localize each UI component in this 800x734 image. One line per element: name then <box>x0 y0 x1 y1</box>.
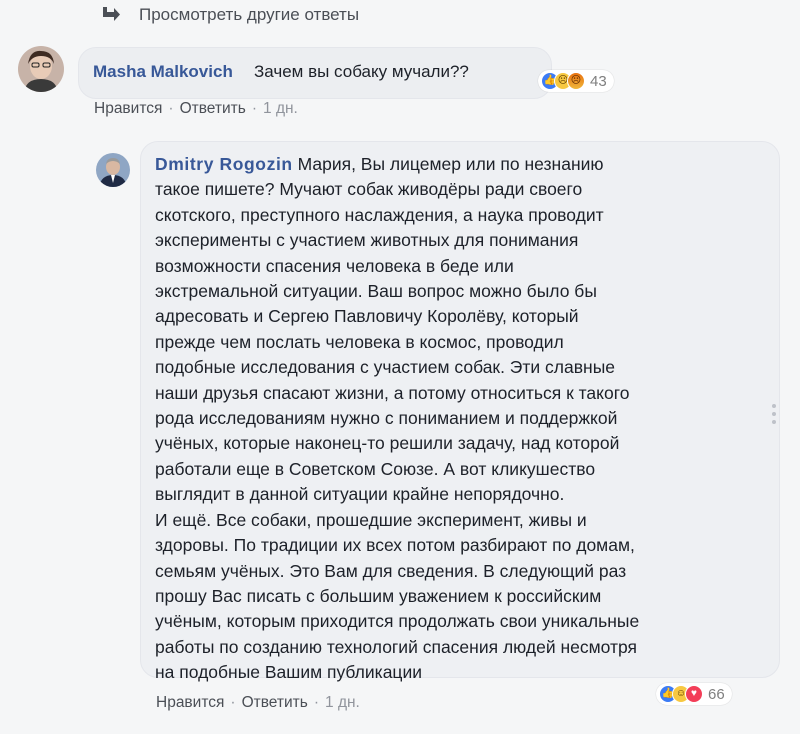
comment-actions: Нравится · Ответить · 1 дн. <box>94 100 298 118</box>
reactions-count: 66 <box>708 685 725 703</box>
avatar-masha[interactable] <box>18 46 64 92</box>
comment-bubble: Masha Malkovich Зачем вы собаку мучали?? <box>78 47 552 99</box>
dot-icon <box>772 420 776 424</box>
reply-arrow-icon <box>103 7 120 21</box>
dot-icon <box>772 404 776 408</box>
view-more-replies-link[interactable]: Просмотреть другие ответы <box>100 3 359 27</box>
comment-timestamp[interactable]: 1 дн. <box>263 100 298 118</box>
comment-author[interactable]: Dmitry Rogozin <box>155 154 293 174</box>
view-more-replies-label: Просмотреть другие ответы <box>139 5 360 24</box>
reactions-summary[interactable]: 👍 ☹ ☹ 43 <box>538 70 614 92</box>
comment-actions: Нравится · Ответить · 1 дн. <box>156 694 360 712</box>
separator-dot: · <box>168 100 174 117</box>
reactions-summary[interactable]: 👍 ☺ ♥ 66 <box>656 683 732 705</box>
separator-dot: · <box>251 100 258 117</box>
avatar-photo-icon <box>18 46 64 92</box>
avatar-dmitry[interactable] <box>96 153 130 187</box>
separator-dot: · <box>230 694 236 711</box>
reply-link[interactable]: Ответить <box>242 694 308 712</box>
love-icon: ♥ <box>685 685 703 703</box>
like-link[interactable]: Нравится <box>94 100 162 118</box>
comment-body: Dmitry Rogozin Мария, Вы лицемер или по … <box>155 152 755 686</box>
comment-text: Мария, Вы лицемер или по незнанию такое … <box>155 154 640 683</box>
comment-bubble: Dmitry Rogozin Мария, Вы лицемер или по … <box>140 141 780 682</box>
like-link[interactable]: Нравится <box>156 694 224 712</box>
reply-link[interactable]: Ответить <box>180 100 246 118</box>
reactions-count: 43 <box>590 72 607 90</box>
avatar-photo-icon <box>96 153 130 187</box>
comment-options-icon[interactable] <box>772 404 780 424</box>
dot-icon <box>772 412 776 416</box>
angry-icon: ☹ <box>567 72 585 90</box>
comment-timestamp[interactable]: 1 дн. <box>325 694 360 712</box>
comment-text: Зачем вы собаку мучали?? <box>254 62 469 81</box>
comment-author[interactable]: Masha Malkovich <box>93 62 233 82</box>
separator-dot: · <box>313 694 320 711</box>
